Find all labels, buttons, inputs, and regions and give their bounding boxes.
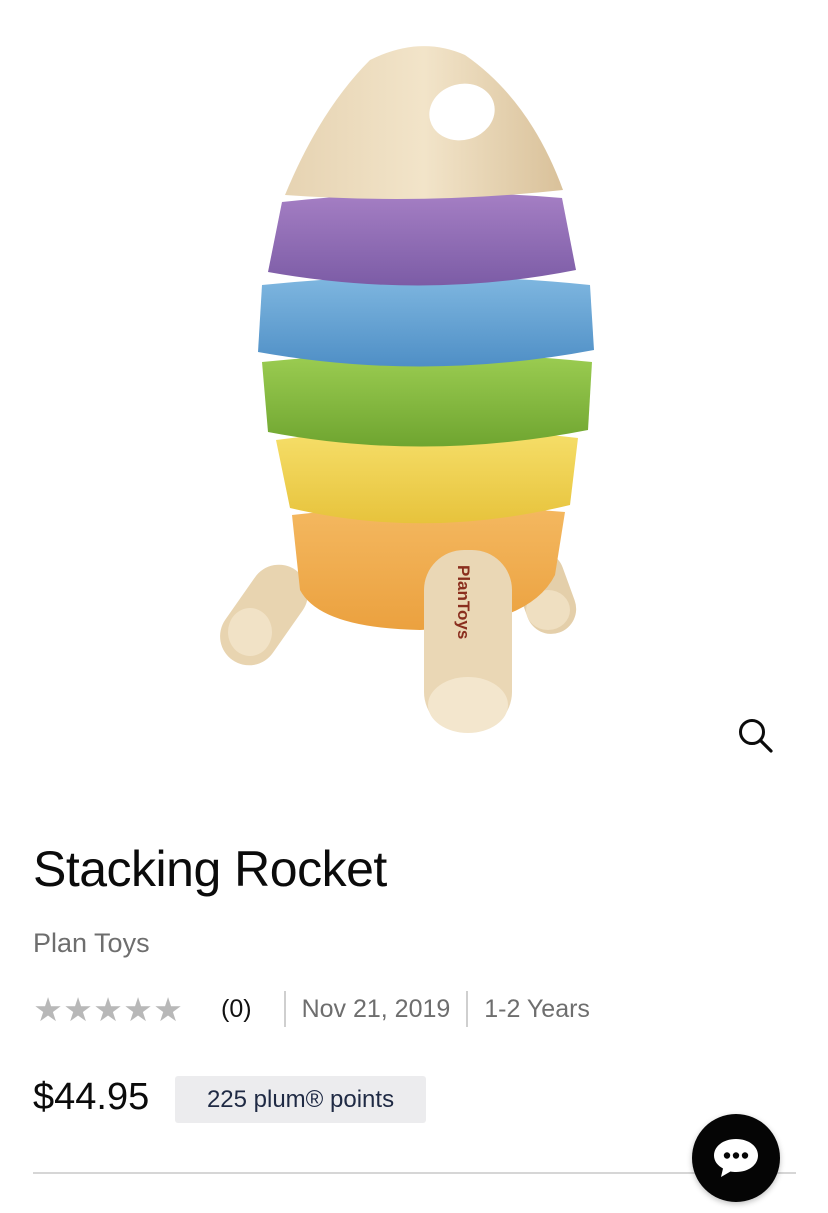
star-icon: ★ bbox=[63, 990, 93, 1028]
star-icon: ★ bbox=[123, 990, 153, 1028]
age-range: 1-2 Years bbox=[484, 994, 590, 1023]
product-page: PlanToys Stacking Rocket Plan Toys ★ ★ ★… bbox=[0, 0, 828, 1213]
rocket-nose-cone bbox=[285, 46, 563, 199]
chat-bubble-icon bbox=[714, 1139, 758, 1177]
brand-link[interactable]: Plan Toys bbox=[33, 928, 150, 959]
meta-divider bbox=[466, 991, 469, 1027]
svg-text:PlanToys: PlanToys bbox=[454, 565, 473, 639]
product-title: Stacking Rocket bbox=[33, 841, 387, 897]
search-icon bbox=[739, 719, 773, 753]
rocket-front-leg: PlanToys bbox=[424, 550, 512, 733]
product-meta-row: ★ ★ ★ ★ ★ (0) Nov 21, 2019 1-2 Years bbox=[33, 988, 590, 1030]
zoom-button[interactable] bbox=[730, 710, 782, 762]
points-badge: 225 plum® points bbox=[175, 1076, 426, 1123]
rocket-green-ring bbox=[262, 353, 592, 447]
rating-stars[interactable]: ★ ★ ★ ★ ★ bbox=[33, 993, 183, 1026]
meta-divider bbox=[283, 991, 286, 1027]
rocket-blue-ring bbox=[258, 276, 594, 367]
section-divider bbox=[33, 1172, 796, 1174]
review-count[interactable]: (0) bbox=[221, 995, 252, 1024]
rocket-toy-illustration: PlanToys bbox=[220, 46, 594, 733]
product-image[interactable]: PlanToys bbox=[0, 0, 828, 790]
rocket-purple-ring bbox=[268, 192, 576, 286]
star-icon: ★ bbox=[33, 990, 63, 1028]
chat-button[interactable] bbox=[692, 1114, 780, 1202]
star-icon: ★ bbox=[93, 990, 123, 1028]
product-price: $44.95 bbox=[33, 1076, 150, 1118]
release-date: Nov 21, 2019 bbox=[301, 994, 451, 1023]
star-icon: ★ bbox=[153, 990, 183, 1028]
